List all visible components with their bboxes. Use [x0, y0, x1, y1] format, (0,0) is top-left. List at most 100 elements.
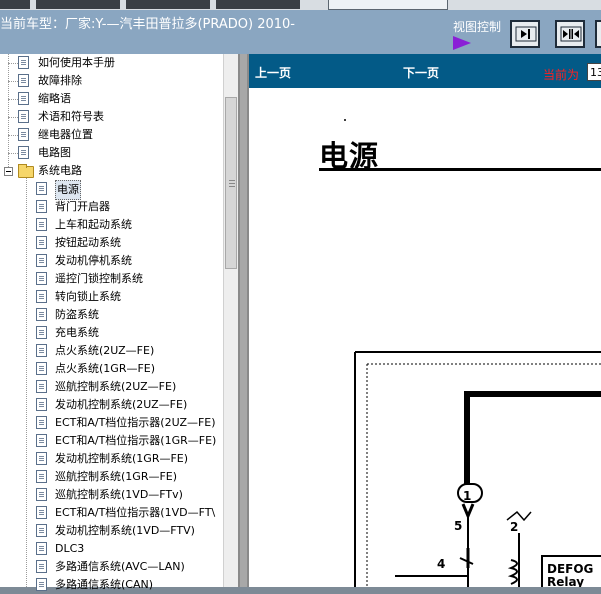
top-tab-strip: [0, 0, 601, 10]
tree-item[interactable]: 防盗系统: [0, 306, 222, 324]
tree-item-label: 点火系统(2UZ—FE): [55, 344, 155, 357]
tree-item-label: 电源: [55, 180, 81, 200]
document-icon: [36, 362, 47, 375]
document-icon: [36, 452, 47, 465]
tree-item-label: 发动机控制系统(2UZ—FE): [55, 398, 188, 411]
document-icon: [18, 110, 29, 123]
document-icon: [36, 254, 47, 267]
document-icon: [36, 578, 47, 591]
tree-item[interactable]: 巡航控制系统(1VD—FTv): [0, 486, 222, 504]
purple-arrow-icon: [453, 36, 471, 50]
tree-item[interactable]: ECT和A/T档位指示器(1GR—FE): [0, 432, 222, 450]
tree-item[interactable]: 故障排除: [0, 72, 222, 90]
document-icon: [36, 398, 47, 411]
scroll-thumb[interactable]: [225, 97, 237, 269]
tree-item[interactable]: 电路图: [0, 144, 222, 162]
tree-item-label: 继电器位置: [38, 128, 93, 141]
tree-item[interactable]: 发动机控制系统(2UZ—FE): [0, 396, 222, 414]
arrow-right-bar-icon: [515, 26, 537, 42]
tree-item[interactable]: 背门开启器: [0, 198, 222, 216]
document-icon: [36, 200, 47, 213]
tree-item[interactable]: ECT和A/T档位指示器(1VD—FT\: [0, 504, 222, 522]
document-icon: [36, 380, 47, 393]
pin-4-label: 4: [437, 557, 445, 571]
document-icon: [36, 524, 47, 537]
tree-item-label: 充电系统: [55, 326, 99, 339]
tree-item[interactable]: DLC3: [0, 540, 222, 558]
next-view-button[interactable]: [510, 20, 540, 48]
document-icon: [18, 146, 29, 159]
tree-item[interactable]: 巡航控制系统(1GR—FE): [0, 468, 222, 486]
tree-item[interactable]: 发动机控制系统(1GR—FE): [0, 450, 222, 468]
prev-page-link[interactable]: 上一页: [255, 64, 291, 81]
page-number-input[interactable]: [587, 63, 601, 81]
current-page-label: 当前为: [543, 68, 580, 82]
active-tab[interactable]: [328, 0, 448, 10]
tree-item[interactable]: 发动机控制系统(1VD—FTV): [0, 522, 222, 540]
document-icon: [36, 182, 47, 195]
tree-item-label: ECT和A/T档位指示器(1GR—FE): [55, 434, 217, 447]
tree-item[interactable]: 转向锁止系统: [0, 288, 222, 306]
tree-item[interactable]: 巡航控制系统(2UZ—FE): [0, 378, 222, 396]
tree-item-label: 上车和起动系统: [55, 218, 132, 231]
title-underline: [319, 168, 601, 171]
tree-item[interactable]: 遥控门锁控制系统: [0, 270, 222, 288]
document-icon: [36, 308, 47, 321]
tree-item-label: 发动机控制系统(1GR—FE): [55, 452, 189, 465]
tree-item[interactable]: 上车和起动系统: [0, 216, 222, 234]
next-page-link[interactable]: 下一页: [403, 64, 439, 81]
folder-open-icon: [18, 164, 34, 178]
wiring-diagram: 1 5 2 4 DEFOG Relay: [344, 119, 601, 587]
tree-item-label: 巡航控制系统(1GR—FE): [55, 470, 178, 483]
tree-item-label: 缩略语: [38, 92, 71, 105]
panel-splitter[interactable]: [238, 54, 249, 587]
tree-item-label: DLC3: [55, 542, 85, 555]
tree-item[interactable]: 点火系统(2UZ—FE): [0, 342, 222, 360]
tree-item-label: 遥控门锁控制系统: [55, 272, 143, 285]
collapse-view-button[interactable]: [555, 20, 585, 48]
tree-item[interactable]: ECT和A/T档位指示器(2UZ—FE): [0, 414, 222, 432]
tree-item-label: 按钮起动系统: [55, 236, 121, 249]
tree-item[interactable]: 按钮起动系统: [0, 234, 222, 252]
tree-item-label: 系统电路: [38, 164, 82, 177]
tree-scrollbar[interactable]: [223, 54, 239, 587]
document-icon: [36, 542, 47, 555]
tree-item[interactable]: 如何使用本手册: [0, 54, 222, 72]
document-icon: [36, 416, 47, 429]
document-icon: [36, 290, 47, 303]
tree-item[interactable]: 多路通信系统(CAN): [0, 576, 222, 594]
tree-item[interactable]: 发动机停机系统: [0, 252, 222, 270]
tree-item[interactable]: 充电系统: [0, 324, 222, 342]
tree-item-label: ECT和A/T档位指示器(1VD—FT\: [55, 506, 216, 519]
tree-item[interactable]: 术语和符号表: [0, 108, 222, 126]
document-icon: [18, 92, 29, 105]
tree-item-label: 术语和符号表: [38, 110, 104, 123]
relay-label-defog: DEFOG: [547, 562, 593, 576]
tree-item-label: 如何使用本手册: [38, 56, 115, 69]
tree-item[interactable]: 继电器位置: [0, 126, 222, 144]
document-view: 1 5 2 4 DEFOG Relay: [249, 88, 601, 587]
tree-item[interactable]: 电源: [0, 180, 222, 200]
pin-1-label: 1: [463, 489, 471, 503]
current-vehicle-label: 当前车型：厂家:Y-—汽丰田普拉多(PRADO) 2010-: [0, 17, 296, 32]
tree-item-label: 防盗系统: [55, 308, 99, 321]
collapse-horizontal-icon: [560, 26, 582, 42]
tree-item[interactable]: 缩略语: [0, 90, 222, 108]
tree-item[interactable]: 点火系统(1GR—FE): [0, 360, 222, 378]
document-icon: [36, 488, 47, 501]
tree-item[interactable]: 多路通信系统(AVC—LAN): [0, 558, 222, 576]
tree-item-label: ECT和A/T档位指示器(2UZ—FE): [55, 416, 216, 429]
tree-item-label: 发动机控制系统(1VD—FTV): [55, 524, 195, 537]
document-icon: [36, 218, 47, 231]
extra-view-button[interactable]: [595, 20, 601, 48]
tree-item-label: 发动机停机系统: [55, 254, 132, 267]
document-icon: [18, 128, 29, 141]
collapse-icon[interactable]: [4, 167, 13, 176]
tree-folder-system-circuits[interactable]: 系统电路: [0, 162, 222, 180]
document-icon: [36, 560, 47, 573]
document-icon: [36, 344, 47, 357]
tree-item-label: 转向锁止系统: [55, 290, 121, 303]
document-icon: [18, 56, 29, 69]
document-icon: [18, 74, 29, 87]
tree-item-label: 多路通信系统(CAN): [55, 578, 154, 591]
